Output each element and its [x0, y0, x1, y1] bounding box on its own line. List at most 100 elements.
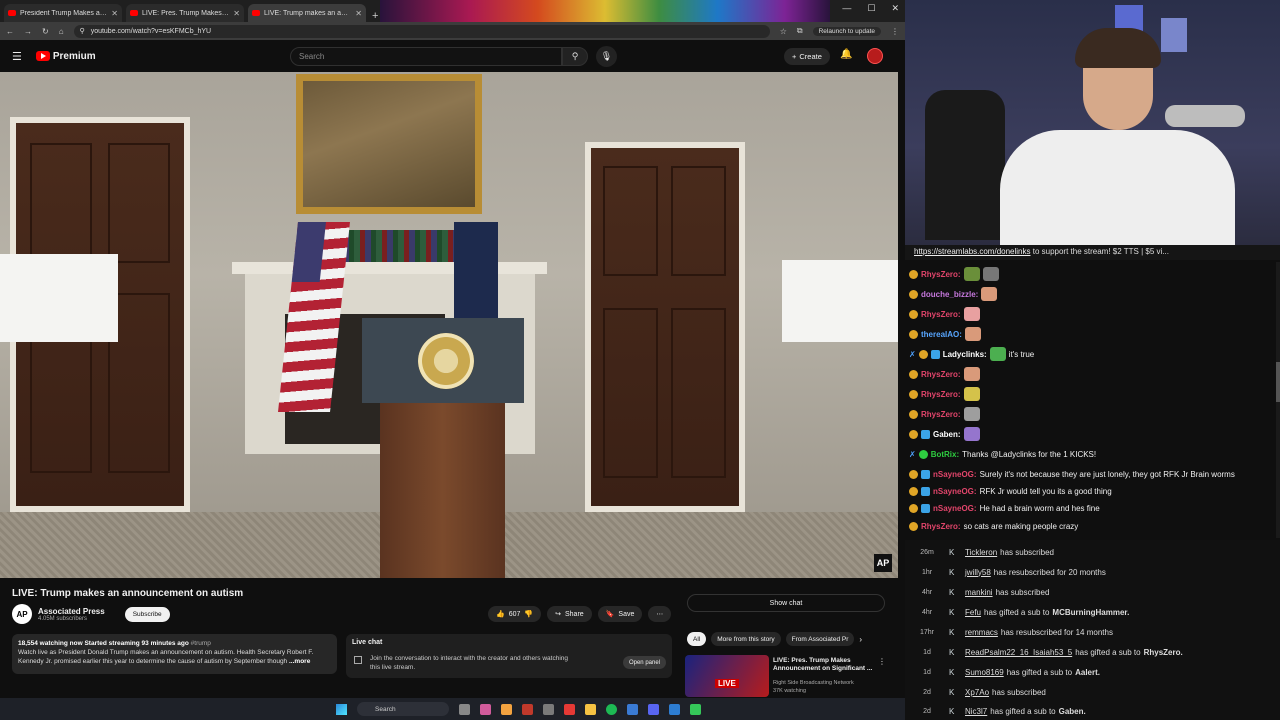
chat-username[interactable]: RhysZero:	[921, 410, 961, 419]
recommended-thumbnail[interactable]: LIVE	[685, 655, 769, 697]
chat-username[interactable]: BotRix:	[931, 450, 959, 459]
event-user[interactable]: Xp7Ao	[965, 688, 989, 697]
extensions-icon[interactable]: ⧉	[797, 26, 803, 36]
webcam-person-body	[1000, 130, 1235, 245]
app-icon[interactable]	[543, 703, 554, 715]
close-tab-icon[interactable]: ✕	[355, 9, 362, 18]
browser-tab-2[interactable]: LIVE: Pres. Trump Makes Annou… ✕	[126, 4, 244, 22]
maximize-icon[interactable]: ☐	[867, 3, 875, 14]
close-tab-icon[interactable]: ✕	[233, 9, 240, 18]
youtube-favicon-icon	[130, 10, 138, 16]
event-user[interactable]: Sumo8169	[965, 668, 1004, 677]
app-icon[interactable]	[690, 703, 701, 715]
save-button[interactable]: 🔖 Save	[597, 606, 643, 622]
task-view-icon[interactable]	[459, 703, 470, 715]
discord-icon[interactable]	[648, 703, 659, 715]
chat-username[interactable]: douche_bizzle:	[921, 290, 978, 299]
open-panel-button[interactable]: Open panel	[622, 656, 666, 669]
recommended-video[interactable]: LIVE LIVE: Pres. Trump Makes Announcemen…	[685, 655, 890, 697]
app-icon[interactable]	[627, 703, 638, 715]
show-chat-button[interactable]: Show chat	[687, 594, 885, 612]
description-box[interactable]: 18,554 watching now Started streaming 93…	[12, 634, 337, 674]
home-icon[interactable]: ⌂	[59, 27, 64, 36]
event-user[interactable]: mankini	[965, 588, 993, 597]
chip-more-from-story[interactable]: More from this story	[711, 632, 781, 646]
search-button[interactable]: ⚲	[562, 47, 588, 66]
subscribe-button[interactable]: Subscribe	[124, 606, 170, 622]
close-window-icon[interactable]: ✕	[891, 3, 899, 14]
scene-mantel	[232, 262, 547, 274]
chrome-icon[interactable]	[522, 703, 533, 715]
event-user[interactable]: Tickleron	[965, 548, 997, 557]
forward-icon[interactable]: →	[24, 27, 32, 36]
recommended-title[interactable]: LIVE: Pres. Trump Makes Announcement on …	[773, 657, 881, 673]
chat-username[interactable]: RhysZero:	[921, 370, 961, 379]
windows-start-icon[interactable]	[336, 703, 347, 715]
minimize-icon[interactable]: —	[842, 3, 851, 14]
bookmark-star-icon[interactable]: ☆	[780, 27, 787, 36]
voice-search-button[interactable]: 🎙	[596, 46, 617, 67]
create-button[interactable]: + Create	[784, 48, 830, 65]
event-user[interactable]: remmacs	[965, 628, 998, 637]
recommended-menu-icon[interactable]: ⋮	[878, 657, 886, 666]
dislike-icon[interactable]: 👎	[524, 610, 533, 618]
chat-message: therealAO:	[909, 326, 981, 342]
chat-username[interactable]: nSayneOG:	[933, 487, 977, 496]
account-avatar[interactable]	[867, 48, 883, 64]
chat-username[interactable]: Gaben:	[933, 430, 961, 439]
channel-info: Associated Press 4.05M subscribers	[38, 607, 105, 622]
description-more-link[interactable]: ...more	[289, 658, 310, 665]
browser-app-icon[interactable]	[501, 703, 512, 715]
chip-from-channel[interactable]: From Associated Pr	[785, 632, 855, 646]
event-user[interactable]: Fefu	[965, 608, 981, 617]
chat-username[interactable]: RhysZero:	[921, 522, 961, 531]
event-target: Gaben.	[1058, 706, 1086, 716]
search-input[interactable]: Search	[290, 47, 562, 66]
chat-username[interactable]: nSayneOG:	[933, 470, 977, 479]
chat-username[interactable]: Ladyclinks:	[943, 350, 987, 359]
event-user[interactable]: Nic3l7	[965, 707, 987, 716]
close-tab-icon[interactable]: ✕	[111, 9, 118, 18]
chat-text: so cats are making people crazy	[963, 521, 1079, 531]
new-tab-icon[interactable]: +	[372, 10, 378, 22]
chat-username[interactable]: nSayneOG:	[933, 504, 977, 513]
chat-username[interactable]: RhysZero:	[921, 390, 961, 399]
video-player[interactable]: AP	[0, 72, 898, 578]
spotify-icon[interactable]	[606, 703, 617, 715]
chat-username[interactable]: RhysZero:	[921, 270, 961, 279]
gift-badge-icon	[909, 486, 918, 496]
like-icon[interactable]: 👍	[496, 610, 505, 618]
chevron-right-icon[interactable]: ›	[859, 635, 862, 644]
chat-message: RhysZero:	[909, 406, 980, 422]
chip-all[interactable]: All	[687, 632, 707, 646]
back-icon[interactable]: ←	[6, 27, 14, 36]
chat-username[interactable]: RhysZero:	[921, 310, 961, 319]
event-user[interactable]: jwilly58	[965, 568, 991, 577]
more-actions-button[interactable]: ⋯	[648, 606, 672, 622]
chat-username[interactable]: therealAO:	[921, 330, 962, 339]
browser-menu-icon[interactable]: ⋮	[891, 27, 899, 36]
chat-scrollbar[interactable]	[1276, 262, 1280, 538]
app-icon[interactable]	[564, 703, 575, 715]
event-user[interactable]: ReadPsalm22_16_Isaiah53_5	[965, 648, 1072, 657]
url-field[interactable]: ⚲ youtube.com/watch?v=esKFMCb_hYU	[73, 24, 770, 38]
site-info-icon[interactable]: ⚲	[80, 27, 85, 35]
channel-name[interactable]: Associated Press	[38, 607, 105, 616]
menu-icon[interactable]: ☰	[12, 50, 22, 63]
channel-avatar[interactable]: AP	[12, 604, 32, 624]
browser-tab-3[interactable]: LIVE: Trump makes an announce… ✕	[248, 4, 366, 22]
share-label: Share	[565, 610, 584, 618]
app-icon[interactable]	[669, 703, 680, 715]
emote-icon	[964, 327, 981, 341]
browser-tab-1[interactable]: President Trump Makes an Anno… ✕	[4, 4, 122, 22]
taskbar-search[interactable]: Search	[357, 702, 449, 716]
video-actions: 👍 607 👎 ↪ Share 🔖 Save ⋯	[488, 606, 672, 622]
ticker-link[interactable]: https://streamlabs.com/donelinks	[914, 247, 1031, 256]
youtube-logo[interactable]: Premium	[35, 51, 96, 62]
relaunch-button[interactable]: Relaunch to update	[812, 26, 881, 36]
app-icon[interactable]	[480, 703, 491, 715]
notifications-bell-icon[interactable]: 🔔	[840, 49, 852, 60]
share-button[interactable]: ↪ Share	[547, 606, 592, 622]
file-explorer-icon[interactable]	[585, 703, 596, 715]
reload-icon[interactable]: ↻	[42, 27, 49, 36]
